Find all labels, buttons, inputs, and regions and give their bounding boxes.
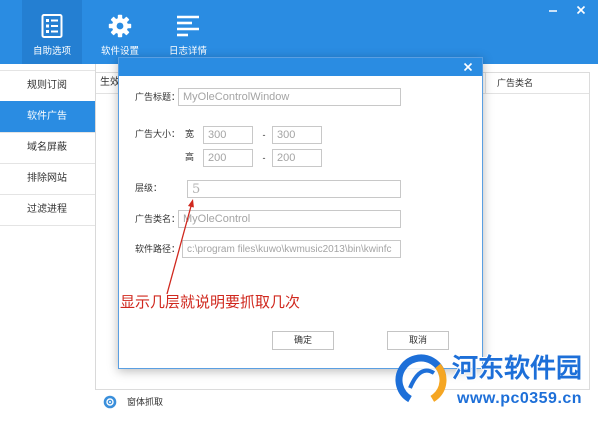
ad-title-input[interactable] <box>178 88 401 106</box>
software-path-input[interactable] <box>182 240 401 258</box>
sidebar-item-domain-block[interactable]: 域名屏蔽 <box>0 132 95 163</box>
level-label: 层级： <box>135 183 163 193</box>
gear-icon <box>108 14 132 38</box>
close-icon <box>576 5 586 15</box>
toolbar-item-label: 自助选项 <box>32 46 71 57</box>
ad-height-to-input[interactable] <box>272 149 322 167</box>
capture-window-button[interactable]: 窗体抓取 <box>103 395 173 409</box>
height-label: 高 <box>185 152 195 162</box>
ok-button[interactable]: 确定 <box>272 331 334 350</box>
sidebar-item-excluded-sites[interactable]: 排除网站 <box>0 163 95 194</box>
capture-window-label: 窗体抓取 <box>127 397 164 407</box>
ad-rule-dialog: 广告标题： 广告大小： 宽 - 高 - 层级： 广告类名： 软件路径： 显示几层… <box>118 57 483 369</box>
width-label: 宽 <box>185 129 195 139</box>
minimize-button[interactable] <box>546 3 560 17</box>
annotation-text: 显示几层就说明要抓取几次 <box>120 293 301 311</box>
ad-class-input[interactable] <box>178 210 401 228</box>
toolbar: 自助选项 软件设置 日志详情 <box>0 0 598 64</box>
sidebar-item-filter-process[interactable]: 过滤进程 <box>0 194 95 226</box>
app-window: 自助选项 软件设置 日志详情 规则订阅 软件广告 域名屏蔽 排除网站 过滤进程 … <box>0 0 598 422</box>
dialog-close-button[interactable] <box>463 62 473 72</box>
toolbar-item-self-help[interactable]: 自助选项 <box>22 0 82 64</box>
column-divider <box>485 73 486 93</box>
ad-width-from-input[interactable] <box>203 126 253 144</box>
ad-title-label: 广告标题： <box>135 92 181 102</box>
log-lines-icon <box>176 14 200 38</box>
column-header-enabled: 生效 <box>100 77 120 88</box>
software-path-label: 软件路径： <box>135 244 181 254</box>
range-separator: - <box>262 153 266 163</box>
capture-icon <box>103 395 117 409</box>
column-header-ad-class: 广告类名 <box>497 78 534 88</box>
minimize-icon <box>549 10 557 12</box>
dialog-title-bar[interactable] <box>119 58 482 76</box>
watermark-url: www.pc0359.cn <box>457 390 583 407</box>
sidebar-item-rule-subscription[interactable]: 规则订阅 <box>0 70 95 101</box>
level-input[interactable] <box>187 180 401 198</box>
close-icon <box>463 62 473 72</box>
range-separator: - <box>262 130 266 140</box>
ad-class-label: 广告类名： <box>135 214 181 224</box>
ad-size-label: 广告大小： <box>135 129 181 139</box>
sidebar: 规则订阅 软件广告 域名屏蔽 排除网站 过滤进程 <box>0 64 96 390</box>
ad-height-from-input[interactable] <box>203 149 253 167</box>
toolbar-item-log-details[interactable]: 日志详情 <box>158 0 218 64</box>
cancel-button[interactable]: 取消 <box>387 331 449 350</box>
close-button[interactable] <box>574 3 588 17</box>
checklist-icon <box>40 14 64 38</box>
ad-width-to-input[interactable] <box>272 126 322 144</box>
sidebar-item-software-ads[interactable]: 软件广告 <box>0 101 95 132</box>
toolbar-item-software-settings[interactable]: 软件设置 <box>90 0 150 64</box>
